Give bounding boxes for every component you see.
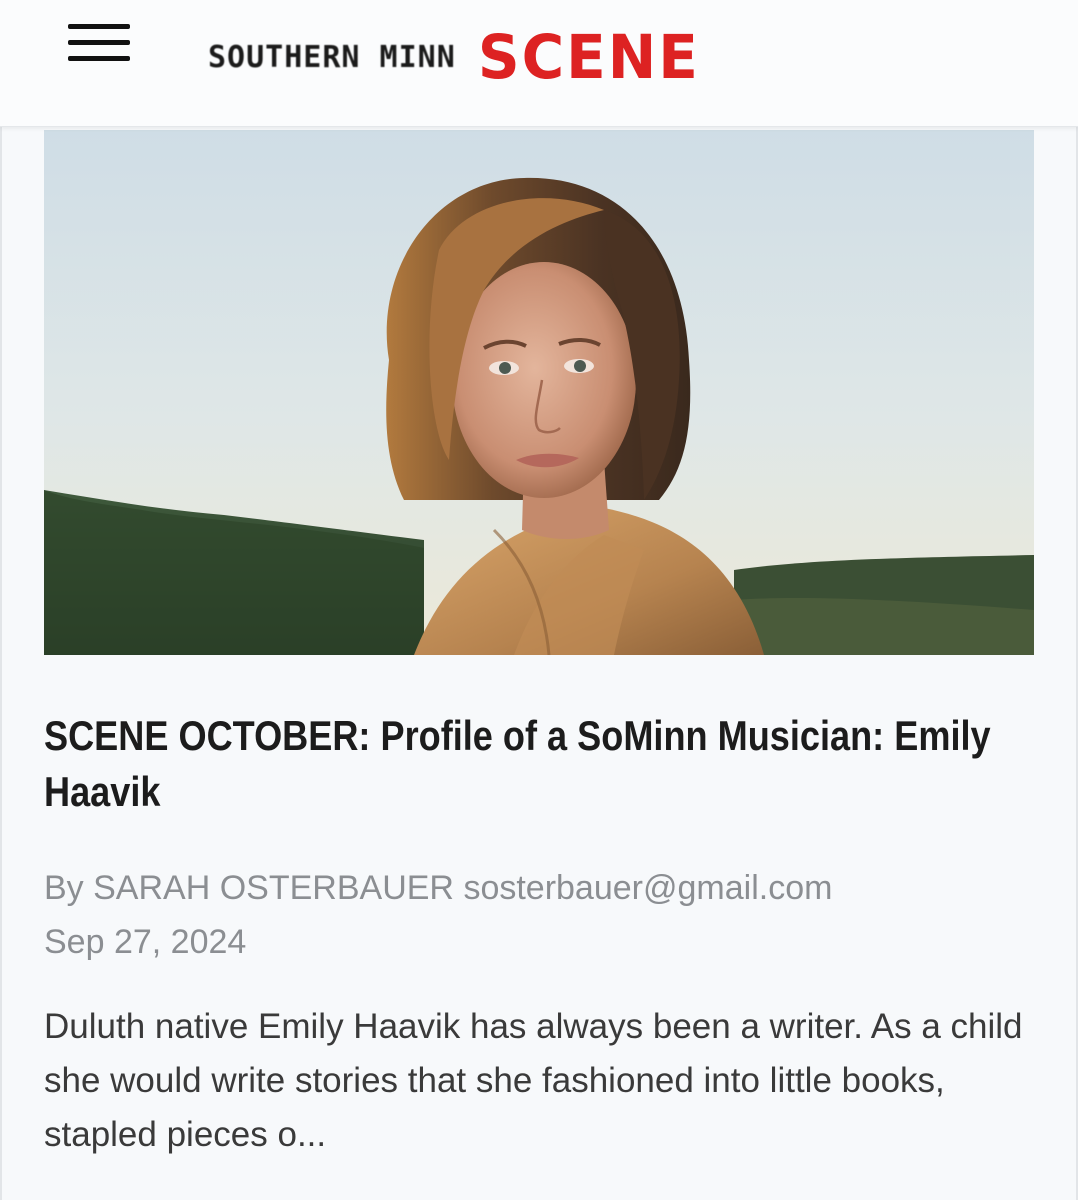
site-logo[interactable]: SOUTHERN MINN SCENE (208, 21, 700, 93)
logo-title: SCENE (477, 21, 700, 93)
article-byline: By SARAH OSTERBAUER sosterbauer@gmail.co… (44, 864, 832, 912)
logo-subtitle: SOUTHERN MINN (208, 39, 456, 75)
author-name: By SARAH OSTERBAUER (44, 869, 454, 907)
article-excerpt: Duluth native Emily Haavik has always be… (44, 1007, 1023, 1154)
hamburger-menu-icon[interactable] (68, 24, 130, 62)
menu-bar (68, 40, 130, 45)
site-header: SOUTHERN MINN SCENE (0, 0, 1078, 127)
menu-bar (68, 56, 130, 61)
card-border (0, 126, 2, 1200)
article-card: SCENE OCTOBER: Profile of a SoMinn Music… (0, 126, 1078, 1200)
article-date: Sep 27, 2024 (44, 923, 247, 961)
article-hero-image[interactable] (44, 130, 1034, 655)
author-email-link[interactable]: sosterbauer@gmail.com (463, 869, 832, 907)
menu-bar (68, 24, 130, 29)
article-title[interactable]: SCENE OCTOBER: Profile of a SoMinn Music… (44, 708, 1033, 820)
